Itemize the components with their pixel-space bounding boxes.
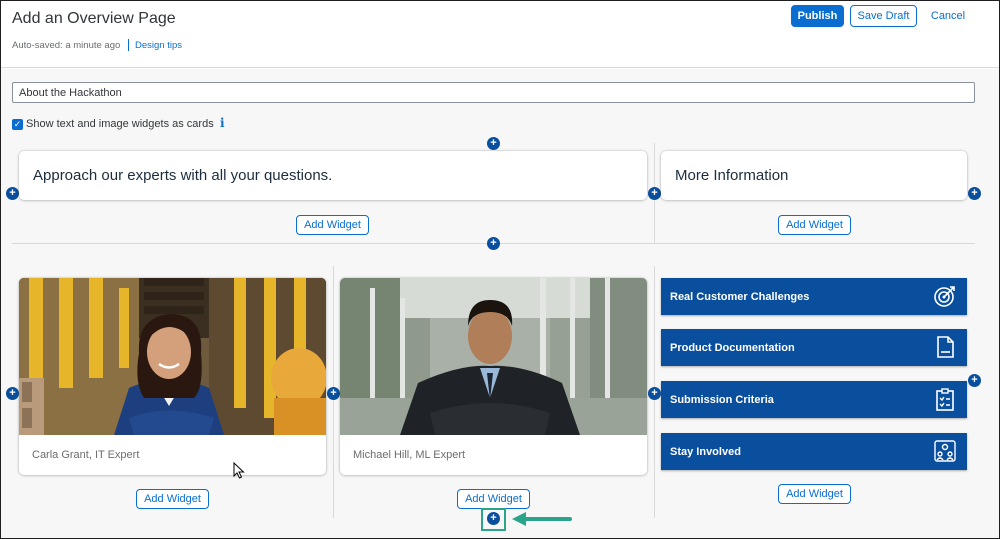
insert-col-left-row1-plus-icon[interactable]: + [6,187,19,200]
tile-label: Real Customer Challenges [670,290,810,303]
cancel-button[interactable]: Cancel [925,5,971,27]
insert-col-right-row2-plus-icon[interactable]: + [968,374,981,387]
add-widget-button[interactable]: Add Widget [778,215,851,235]
tile-label: Submission Criteria [670,393,774,406]
carla-photo [19,278,326,435]
page-header: Add an Overview Page Auto-saved: a minut… [1,1,999,68]
insert-col-mid1-row2-plus-icon[interactable]: + [327,387,340,400]
michael-photo [340,278,647,435]
insert-col-left-row2-plus-icon[interactable]: + [6,387,19,400]
insert-col-mid2-row2-plus-icon[interactable]: + [648,387,661,400]
document-icon [937,336,954,358]
tile-submission-criteria[interactable]: Submission Criteria [661,381,967,418]
design-tips-link[interactable]: Design tips [135,40,182,51]
header-divider [128,39,129,51]
show-widgets-label: Show text and image widgets as cards [26,118,214,130]
add-widget-button[interactable]: Add Widget [457,489,530,509]
page-title: Add an Overview Page [12,10,176,27]
tile-product-documentation[interactable]: Product Documentation [661,329,967,366]
michael-caption: Michael Hill, ML Expert [353,449,466,461]
target-icon [934,286,955,307]
show-widgets-checkbox[interactable]: ✓ [12,119,23,130]
callout-arrow-icon [512,512,572,526]
insert-row-top-plus-icon[interactable]: + [487,137,500,150]
mouse-cursor-icon [233,462,245,479]
tile-stay-involved[interactable]: Stay Involved [661,433,967,470]
save-draft-button[interactable]: Save Draft [850,5,917,27]
add-widget-button[interactable]: Add Widget [778,484,851,504]
insert-col-mid-row1-plus-icon[interactable]: + [648,187,661,200]
text-widget-experts[interactable]: Approach our experts with all your quest… [19,151,647,200]
autosave-status: Auto-saved: a minute ago [12,40,121,51]
insert-row-middle-plus-icon[interactable]: + [487,237,500,250]
insert-col-right-row1-plus-icon[interactable]: + [968,187,981,200]
tile-label: Stay Involved [670,445,741,458]
michael-photo-illustration [340,278,647,435]
image-widget-carla[interactable]: Carla Grant, IT Expert [19,278,326,475]
tile-label: Product Documentation [670,341,795,354]
info-icon[interactable]: i [220,116,225,130]
add-widget-button[interactable]: Add Widget [136,489,209,509]
people-group-icon [934,440,956,462]
text-widget-more-info-text: More Information [675,167,789,184]
page-title-input[interactable] [12,82,975,103]
highlight-box [481,508,506,531]
add-widget-button[interactable]: Add Widget [296,215,369,235]
text-widget-more-info[interactable]: More Information [661,151,967,200]
clipboard-checklist-icon [936,388,954,411]
publish-button[interactable]: Publish [791,5,844,27]
text-widget-experts-text: Approach our experts with all your quest… [33,167,333,184]
image-widget-michael[interactable]: Michael Hill, ML Expert [340,278,647,475]
tile-real-customer-challenges[interactable]: Real Customer Challenges [661,278,967,315]
carla-photo-illustration [19,278,326,435]
carla-caption: Carla Grant, IT Expert [32,449,140,461]
